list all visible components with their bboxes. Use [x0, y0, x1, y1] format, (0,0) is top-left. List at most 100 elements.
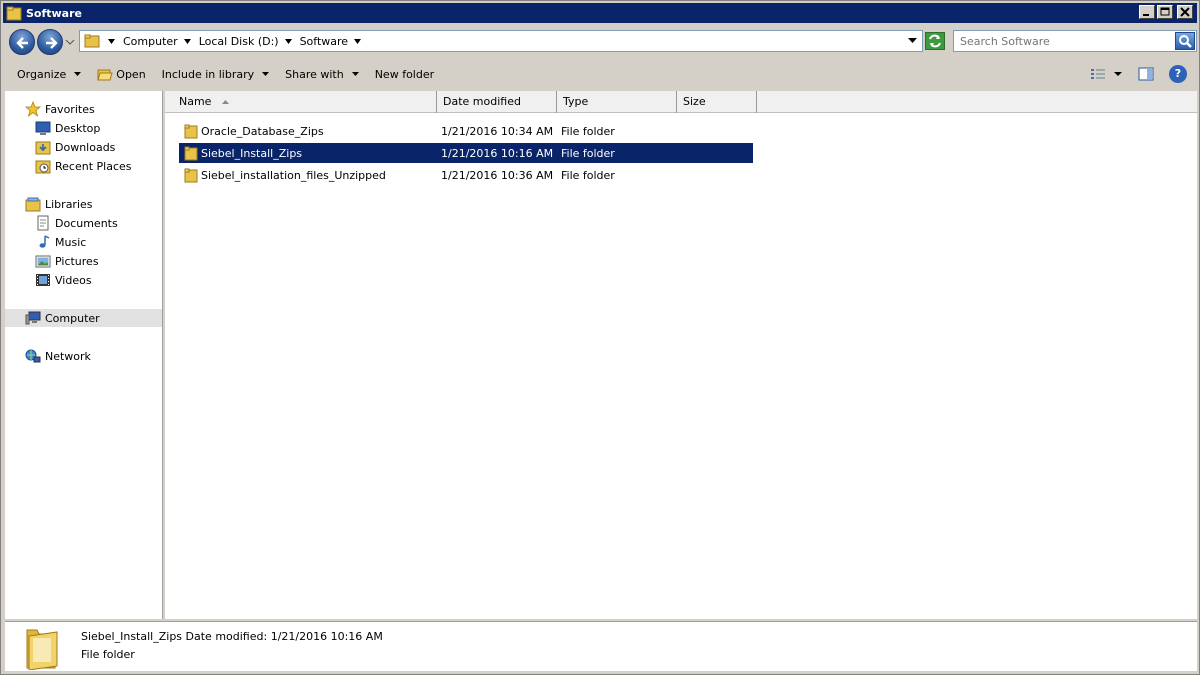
open-folder-icon — [97, 69, 113, 81]
folder-icon — [184, 146, 198, 161]
file-type: File folder — [561, 124, 615, 138]
column-date-modified[interactable]: Date modified — [437, 91, 557, 113]
nav-libraries[interactable]: Libraries — [25, 195, 93, 213]
nav-label: Computer — [45, 311, 100, 325]
explorer-window: Software Computer Local Disk (D:) Softwa… — [0, 0, 1200, 675]
organize-button[interactable]: Organize — [9, 62, 89, 86]
libraries-icon — [25, 197, 41, 212]
breadcrumb-software[interactable]: Software — [300, 35, 362, 48]
address-history-chevron-down-icon[interactable] — [908, 38, 917, 43]
star-icon — [25, 101, 41, 117]
breadcrumb-label: Computer — [123, 34, 178, 48]
window-title: Software — [26, 6, 82, 20]
nav-label: Downloads — [55, 140, 116, 154]
nav-favorites[interactable]: Favorites — [25, 100, 95, 118]
nav-label: Libraries — [45, 197, 93, 211]
details-type: File folder — [81, 648, 135, 661]
back-arrow-icon — [16, 37, 28, 49]
file-list-pane: Name Date modified Type Size Oracle_Data… — [165, 91, 1197, 619]
folder-icon — [84, 34, 100, 48]
share-with-button[interactable]: Share with — [277, 62, 367, 86]
search-button[interactable] — [1175, 32, 1195, 50]
file-date: 1/21/2016 10:16 AM — [441, 146, 554, 160]
column-label: Size — [683, 95, 706, 108]
new-folder-label: New folder — [374, 67, 435, 81]
search-input[interactable] — [954, 31, 1164, 51]
downloads-folder-icon — [35, 141, 51, 155]
search-icon — [1179, 35, 1192, 48]
close-button[interactable] — [1177, 5, 1193, 19]
file-row[interactable]: Oracle_Database_Zips 1/21/2016 10:34 AM … — [179, 121, 753, 141]
nav-label: Music — [55, 235, 87, 249]
search-box[interactable] — [953, 30, 1197, 52]
nav-documents[interactable]: Documents — [35, 214, 118, 232]
nav-label: Pictures — [55, 254, 99, 268]
address-row: Computer Local Disk (D:) Software — [3, 25, 1197, 57]
breadcrumb-local-disk[interactable]: Local Disk (D:) — [199, 35, 292, 48]
change-view-icon[interactable] — [1089, 66, 1107, 82]
maximize-button[interactable] — [1157, 5, 1173, 19]
folder-icon — [184, 168, 198, 183]
view-options-chevron-down-icon[interactable] — [1113, 70, 1123, 78]
maximize-icon — [1160, 7, 1170, 16]
desktop-icon — [35, 121, 51, 135]
refresh-icon — [929, 34, 941, 48]
details-pane: Siebel_Install_Zips Date modified: 1/21/… — [5, 621, 1197, 671]
nav-desktop[interactable]: Desktop — [35, 119, 100, 137]
nav-label: Recent Places — [55, 159, 132, 173]
refresh-button[interactable] — [925, 32, 945, 50]
chevron-down-icon — [351, 72, 359, 76]
chevron-down-icon — [108, 38, 115, 44]
forward-arrow-icon — [46, 37, 58, 49]
pictures-icon — [35, 255, 51, 268]
minimize-button[interactable] — [1139, 5, 1155, 19]
recent-pages-chevron-down-icon[interactable] — [65, 37, 75, 47]
nav-label: Documents — [55, 216, 118, 230]
open-button[interactable]: Open — [89, 62, 153, 86]
file-type: File folder — [561, 168, 615, 182]
file-row[interactable]: Siebel_installation_files_Unzipped 1/21/… — [179, 165, 753, 185]
details-date-label: Date modified: — [185, 630, 268, 643]
column-size[interactable]: Size — [677, 91, 757, 113]
folder-icon — [6, 6, 22, 21]
file-type: File folder — [561, 146, 615, 160]
navigation-pane: Favorites Desktop Downloads Recent Place… — [5, 91, 163, 619]
breadcrumb-computer[interactable]: Computer — [123, 35, 191, 48]
forward-button[interactable] — [37, 29, 63, 55]
nav-network[interactable]: Network — [25, 347, 91, 365]
help-icon[interactable]: ? — [1169, 65, 1187, 83]
breadcrumb-label: Software — [299, 34, 349, 48]
chevron-down-icon — [183, 38, 191, 44]
sort-ascending-icon — [221, 100, 229, 104]
column-type[interactable]: Type — [557, 91, 677, 113]
organize-label: Organize — [17, 67, 67, 81]
documents-icon — [37, 215, 49, 231]
back-button[interactable] — [9, 29, 35, 55]
nav-recent-places[interactable]: Recent Places — [35, 157, 132, 175]
share-with-label: Share with — [285, 67, 344, 81]
recent-places-icon — [35, 160, 51, 174]
minimize-icon — [1143, 14, 1149, 16]
nav-computer[interactable]: Computer — [5, 309, 162, 327]
preview-pane-icon[interactable] — [1137, 66, 1155, 82]
breadcrumb-root-chevron[interactable] — [108, 38, 121, 44]
nav-label: Desktop — [55, 121, 101, 135]
music-icon — [39, 235, 50, 248]
column-label: Date modified — [443, 95, 521, 108]
folder-icon — [26, 629, 58, 670]
column-header: Name Date modified Type Size — [165, 91, 1197, 113]
nav-videos[interactable]: Videos — [35, 271, 92, 289]
new-folder-button[interactable]: New folder — [367, 62, 442, 86]
file-row[interactable]: Siebel_Install_Zips 1/21/2016 10:16 AM F… — [179, 143, 753, 163]
column-name[interactable]: Name — [173, 91, 437, 113]
column-label: Name — [179, 95, 212, 108]
include-in-library-button[interactable]: Include in library — [154, 62, 277, 86]
title-bar[interactable]: Software — [3, 3, 1197, 23]
nav-downloads[interactable]: Downloads — [35, 138, 115, 156]
file-name: Siebel_Install_Zips — [201, 146, 303, 160]
file-name: Oracle_Database_Zips — [201, 124, 324, 138]
nav-music[interactable]: Music — [35, 233, 86, 251]
nav-pictures[interactable]: Pictures — [35, 252, 99, 270]
address-bar[interactable]: Computer Local Disk (D:) Software — [79, 30, 923, 52]
file-date: 1/21/2016 10:34 AM — [441, 124, 554, 138]
